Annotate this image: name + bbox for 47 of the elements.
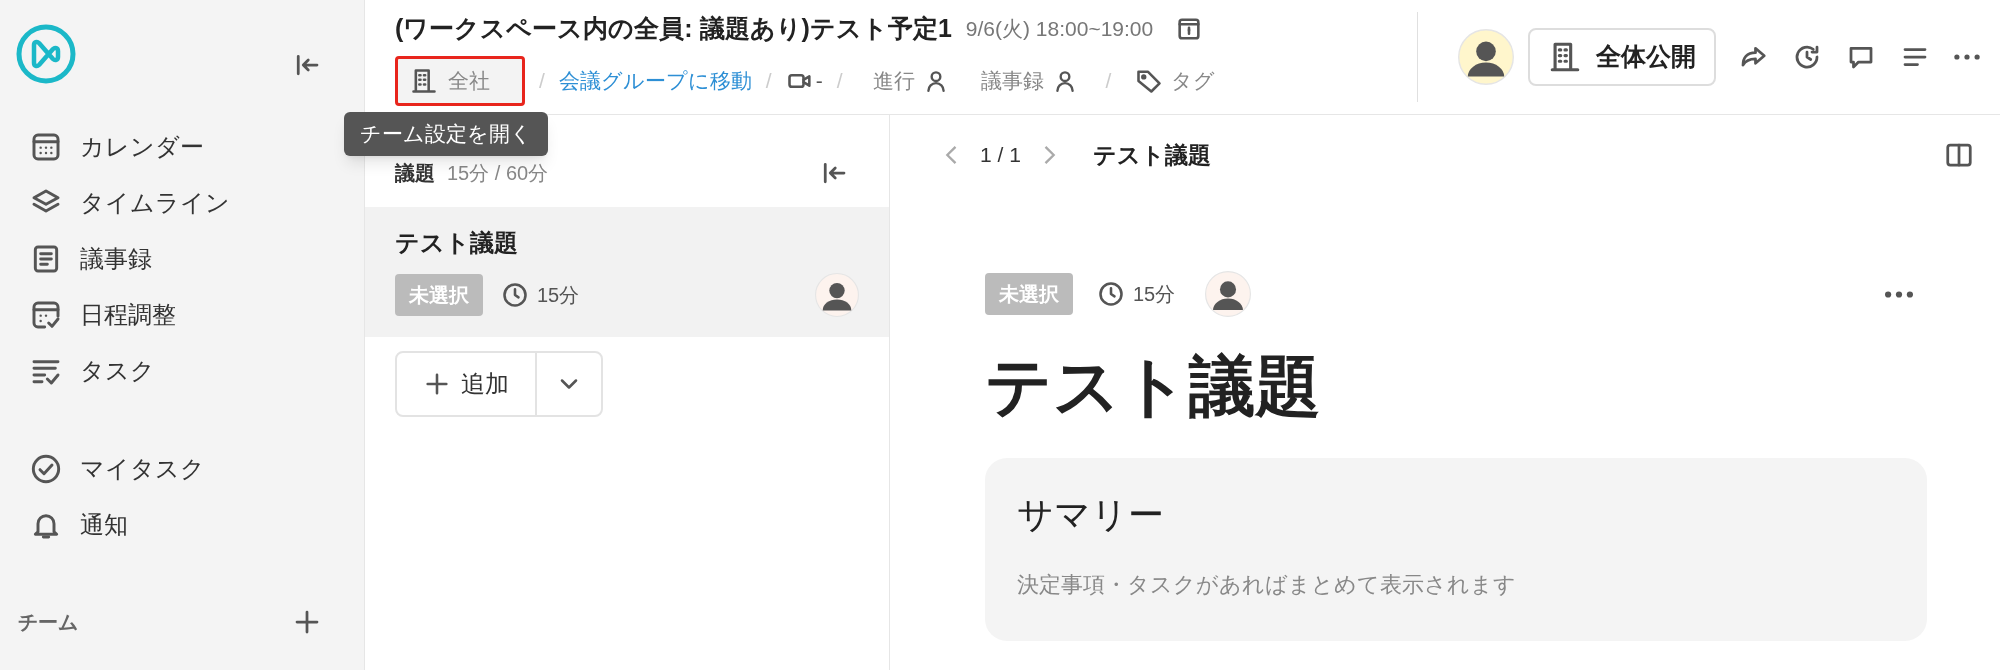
more-icon[interactable] <box>1885 290 1913 298</box>
sidebar-item[interactable]: 通知 <box>30 507 128 543</box>
pager: 1 / 1 <box>980 142 1021 169</box>
agenda-heading: テスト議題 <box>985 348 1322 425</box>
clock-icon <box>501 281 529 309</box>
sidebar-item[interactable]: マイタスク <box>30 451 205 487</box>
duration: 15分 <box>1133 282 1176 307</box>
separator: / <box>836 68 843 94</box>
building-icon <box>1548 40 1582 74</box>
avatar <box>1205 271 1252 317</box>
avatar <box>815 273 859 317</box>
group-link[interactable]: 会議グループに移動 <box>558 65 752 97</box>
agenda-time: 15分 / 60分 <box>447 161 549 186</box>
meeting-datetime: 9/6(火) 18:00~19:00 <box>965 16 1154 43</box>
agenda-item[interactable]: テスト議題 未選択 15分 <box>365 207 889 337</box>
visibility-button[interactable]: 全体公開 <box>1528 28 1716 86</box>
agenda-title: テスト議題 <box>395 228 519 258</box>
calendar-icon <box>30 131 62 163</box>
separator: / <box>765 68 772 94</box>
duration: 15分 <box>537 283 580 308</box>
calendar-check-icon <box>30 299 62 331</box>
avatar <box>1458 29 1514 85</box>
breadcrumb-title: テスト議題 <box>1092 140 1211 170</box>
tooltip: チーム設定を開く <box>344 112 548 156</box>
summary-text: 決定事項・タスクがあればまとめて表示されます <box>1017 571 1517 600</box>
more-icon[interactable] <box>1954 54 1980 60</box>
separator: / <box>1105 68 1112 94</box>
logo-icon <box>15 23 77 85</box>
status-badge: 未選択 <box>985 273 1073 315</box>
check-circle-icon <box>30 453 62 485</box>
sidebar-item[interactable]: 議事録 <box>30 241 152 277</box>
sidebar-item[interactable]: カレンダー <box>30 129 204 165</box>
sidebar-item[interactable]: 日程調整 <box>30 297 176 333</box>
section-label: チーム <box>18 610 78 635</box>
minutes-taker-field[interactable]: 議事録 <box>980 65 1078 97</box>
agenda-label: 議題 <box>395 161 435 186</box>
status-badge: 未選択 <box>395 274 483 316</box>
summary-title: サマリー <box>1017 493 1165 538</box>
tag-field[interactable]: タグ <box>1135 65 1216 97</box>
meeting-title: (ワークスペース内の全員: 議題あり)テスト予定1 <box>395 13 952 45</box>
clock-icon <box>1097 280 1125 308</box>
sidebar-item[interactable]: タイムライン <box>30 185 230 221</box>
building-icon <box>410 66 438 95</box>
video-status: - <box>815 68 823 94</box>
sidebar-item[interactable]: タスク <box>30 353 155 389</box>
separator: / <box>539 68 545 94</box>
facilitator-field[interactable]: 進行 <box>872 65 949 97</box>
